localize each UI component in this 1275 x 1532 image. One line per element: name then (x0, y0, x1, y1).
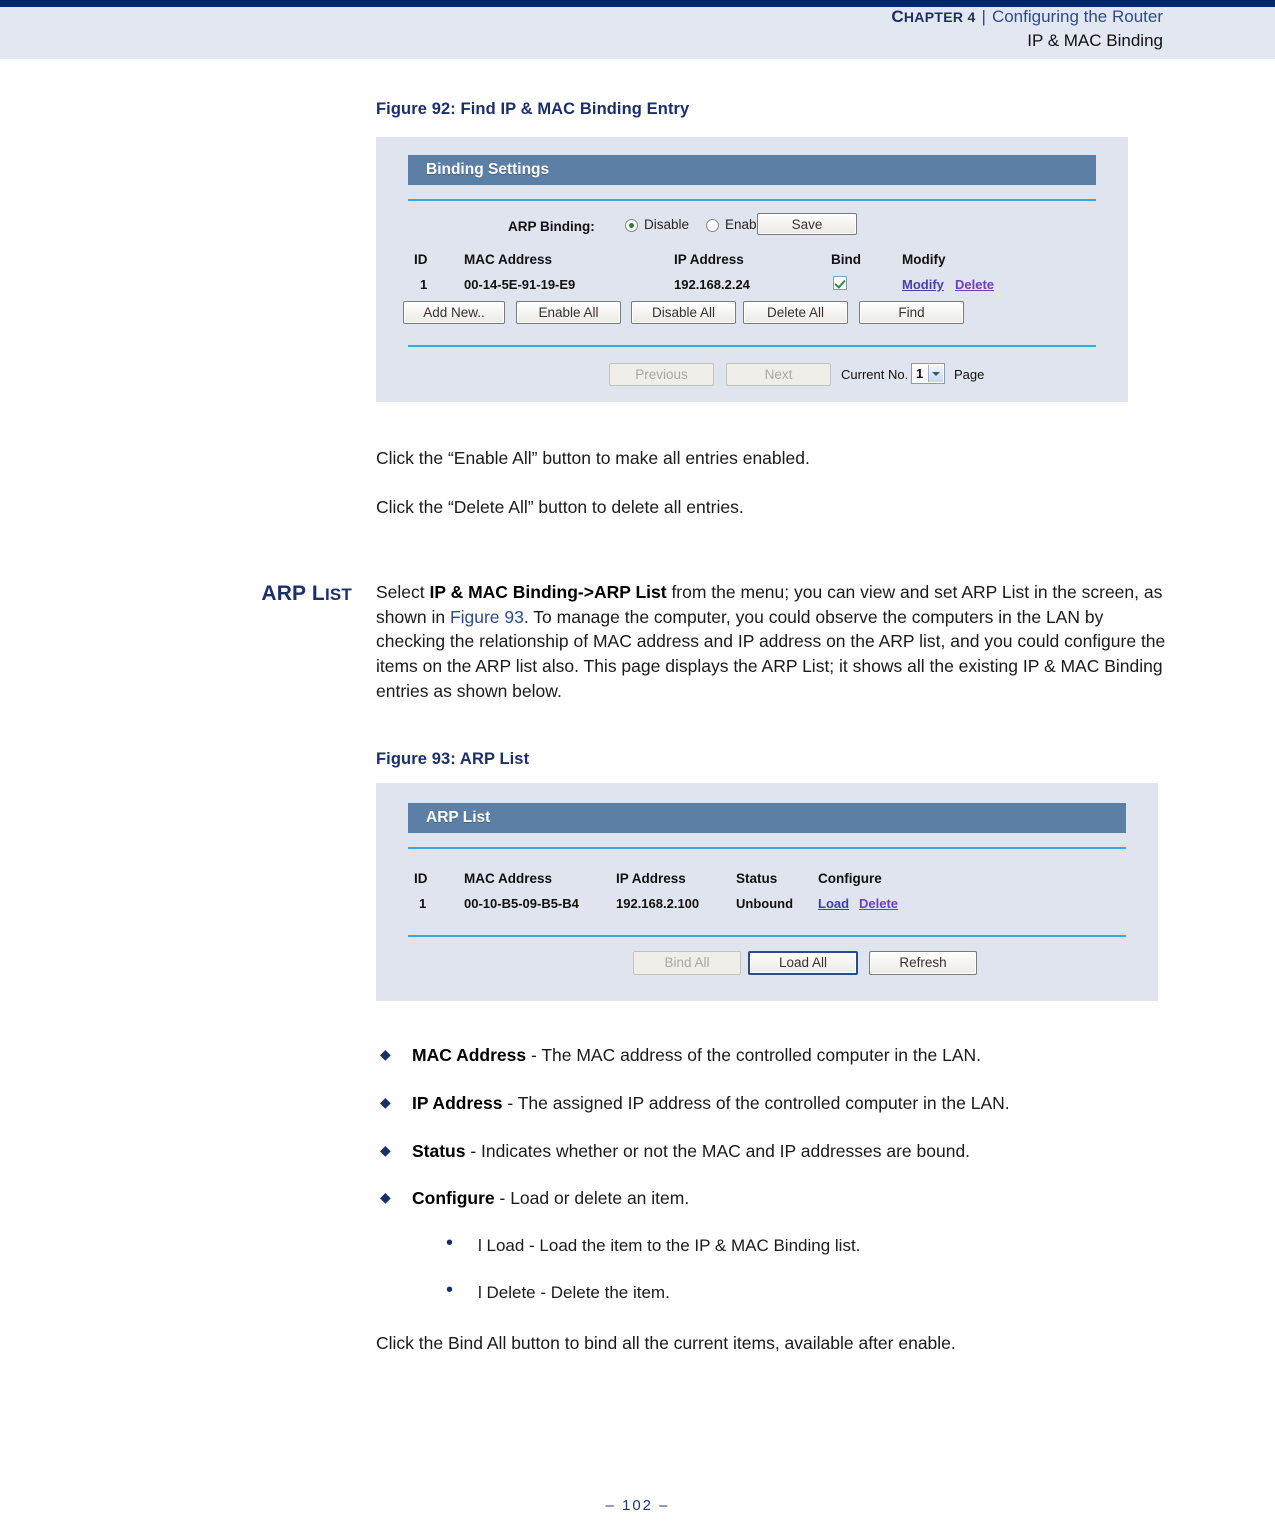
side-heading-smallcaps: IST (324, 584, 352, 604)
save-button[interactable]: Save (757, 213, 857, 235)
page-label: Page (954, 367, 985, 382)
col-header-modify: Modify (902, 252, 946, 267)
round-bullet-icon: • (446, 1279, 454, 1302)
enable-all-button[interactable]: Enable All (516, 301, 621, 324)
arp-row-load-link[interactable]: Load (818, 896, 849, 911)
bullet-desc-mac-address: - The MAC address of the controlled comp… (526, 1044, 981, 1065)
page-number-select[interactable]: 1 (911, 363, 945, 384)
bind-all-button[interactable]: Bind All (633, 950, 741, 975)
bullet-desc-status: - Indicates whether or not the MAC and I… (465, 1140, 971, 1161)
arp-row-delete-link[interactable]: Delete (859, 896, 898, 911)
sub-bullet-load-text: l Load - Load the item to the IP & MAC B… (478, 1236, 861, 1256)
para-arp-list-intro: Select IP & MAC Binding->ARP List from t… (376, 580, 1166, 704)
para-enable-all: Click the “Enable All” button to make al… (376, 448, 810, 468)
arp-panel-bottom-rule (408, 934, 1126, 937)
next-button[interactable]: Next (726, 363, 831, 386)
previous-button[interactable]: Previous (609, 363, 714, 386)
bullet-term-configure: Configure (412, 1188, 495, 1209)
current-no-label: Current No. (841, 367, 909, 382)
bullet-term-mac-address: MAC Address (412, 1044, 527, 1065)
figure-93-crossref-link[interactable]: Figure 93 (450, 607, 524, 627)
header-chapter-smallcaps: HAPTER 4 (903, 9, 976, 25)
arp-row-status: Unbound (736, 895, 794, 911)
arp-row-ip: 192.168.2.100 (616, 895, 700, 911)
side-heading-arp-list: ARP LIST (261, 581, 352, 605)
bullet-configure: ◆ Configure - Load or delete an item. (376, 1186, 1172, 1211)
page-content: Figure 92: Find IP & MAC Binding Entry B… (0, 100, 1275, 1356)
arp-intro-bold: IP & MAC Binding->ARP List (429, 581, 667, 602)
load-all-button[interactable]: Load All (748, 950, 858, 975)
row-mac: 00-14-5E-91-19-E9 (464, 277, 576, 292)
header-section-title: Configuring the Router (991, 7, 1163, 26)
bullet-desc-configure: - Load or delete an item. (494, 1188, 690, 1209)
header-chapter-label: CHAPTER 4 (891, 7, 976, 26)
arp-intro-p1: Select (376, 581, 430, 602)
add-new-button[interactable]: Add New.. (403, 301, 505, 324)
sub-bullet-load: • l Load - Load the item to the IP & MAC … (440, 1232, 1178, 1258)
bullet-desc-ip-address: - The assigned IP address of the control… (502, 1092, 1010, 1113)
page-number-footer: – 102 – (605, 1497, 670, 1514)
arp-panel-top-rule (408, 846, 1126, 849)
chevron-down-icon[interactable] (928, 365, 943, 382)
diamond-bullet-icon: ◆ (380, 1141, 391, 1158)
arp-row-id: 1 (419, 895, 427, 911)
round-bullet-icon: • (446, 1232, 454, 1255)
row-ip: 192.168.2.24 (674, 277, 750, 292)
arp-list-section: ARP LIST Select IP & MAC Binding->ARP Li… (0, 580, 1275, 704)
header-separator: | (981, 7, 986, 26)
col-header-id: ID (414, 252, 428, 267)
row-delete-link[interactable]: Delete (955, 277, 994, 292)
figure-93-screenshot: ARP List ID MAC Address IP Address Statu… (376, 782, 1158, 1001)
arp-col-header-status: Status (736, 870, 778, 886)
col-header-ip: IP Address (674, 252, 744, 267)
header-line-chapter: CHAPTER 4 | Configuring the Router (891, 6, 1163, 28)
sub-bullet-delete: • l Delete - Delete the item. (440, 1279, 1178, 1305)
radio-enable[interactable] (706, 219, 719, 232)
para-bind-all: Click the Bind All button to bind all th… (376, 1332, 956, 1353)
para-delete-all: Click the “Delete All” button to delete … (376, 496, 744, 517)
header-subsection-title: IP & MAC Binding (1027, 30, 1163, 50)
delete-all-button[interactable]: Delete All (743, 301, 848, 324)
panel-top-rule (408, 199, 1096, 201)
bullet-term-status: Status (412, 1140, 466, 1161)
diamond-bullet-icon: ◆ (380, 1093, 391, 1110)
arp-col-header-mac: MAC Address (464, 870, 553, 886)
bullet-ip-address: ◆ IP Address - The assigned IP address of… (376, 1091, 1172, 1116)
radio-disable-label[interactable]: Disable (644, 217, 689, 232)
row-bind-checkbox[interactable] (833, 276, 847, 290)
diamond-bullet-icon: ◆ (380, 1189, 391, 1206)
disable-all-button[interactable]: Disable All (631, 301, 736, 324)
col-header-mac: MAC Address (464, 252, 553, 267)
figure-92-screenshot: Binding Settings ARP Binding: Disable En… (376, 137, 1128, 402)
radio-disable[interactable] (625, 219, 638, 232)
col-header-bind: Bind (831, 252, 861, 267)
arp-col-header-configure: Configure (818, 870, 882, 886)
bullet-term-ip-address: IP Address (412, 1092, 503, 1113)
figure-93-caption: Figure 93: ARP List (376, 749, 530, 768)
arp-col-header-ip: IP Address (616, 870, 686, 886)
bullet-status: ◆ Status - Indicates whether or not the M… (376, 1139, 1172, 1164)
row-id: 1 (420, 277, 428, 292)
bullet-mac-address: ◆ MAC Address - The MAC address of the co… (376, 1043, 1172, 1068)
panel-bottom-rule (408, 345, 1096, 347)
sub-bullet-delete-text: l Delete - Delete the item. (478, 1283, 670, 1303)
arp-col-header-id: ID (414, 870, 428, 886)
arp-binding-label: ARP Binding: (508, 219, 595, 234)
row-modify-link[interactable]: Modify (902, 277, 944, 292)
page-header-text: CHAPTER 4 | Configuring the Router IP & MA… (891, 6, 1163, 52)
figure-92-caption: Figure 92: Find IP & MAC Binding Entry (376, 100, 690, 118)
refresh-button[interactable]: Refresh (869, 950, 977, 975)
page-number-value: 1 (916, 366, 924, 381)
binding-settings-panel-title: Binding Settings (408, 155, 1096, 185)
arp-row-mac: 00-10-B5-09-B5-B4 (464, 895, 579, 911)
find-button[interactable]: Find (859, 301, 964, 324)
diamond-bullet-icon: ◆ (380, 1045, 391, 1062)
arp-list-panel-title: ARP List (408, 802, 1126, 833)
